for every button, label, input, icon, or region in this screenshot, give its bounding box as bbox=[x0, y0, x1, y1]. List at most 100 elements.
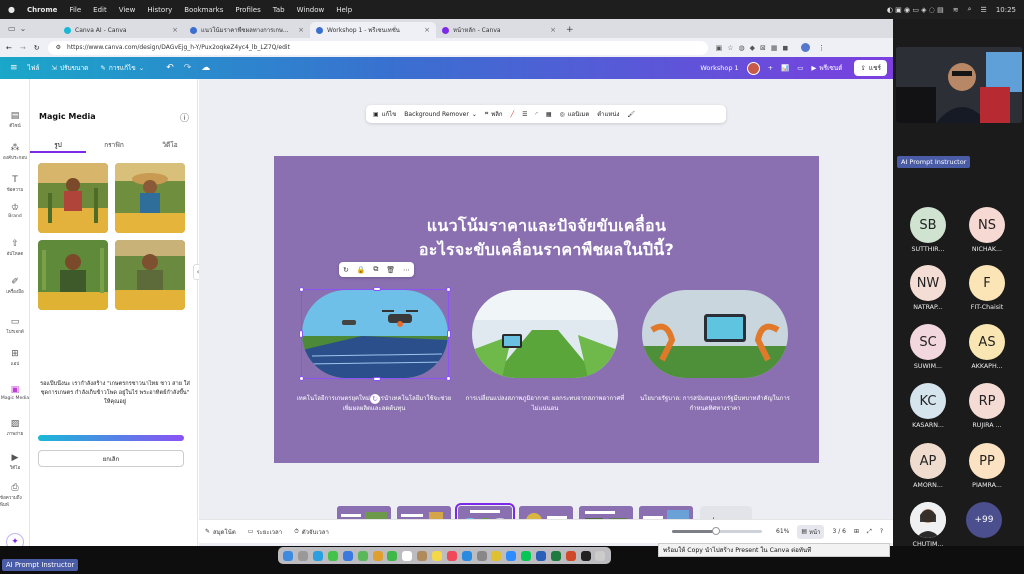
generated-image-1[interactable] bbox=[38, 163, 108, 233]
lock-icon[interactable]: 🔒 bbox=[357, 266, 366, 274]
info-icon[interactable]: ⓘ bbox=[180, 111, 189, 124]
participant-tile[interactable]: KC KASARN... bbox=[905, 383, 951, 429]
resize-handle[interactable] bbox=[447, 330, 451, 338]
present-button[interactable]: ▶ พรีเซนต์ bbox=[811, 63, 842, 73]
resize-handle[interactable] bbox=[299, 287, 304, 292]
insights-icon[interactable]: 📊 bbox=[781, 64, 789, 72]
fullscreen-icon[interactable]: ⤢ bbox=[867, 528, 872, 536]
close-tab-icon[interactable]: × bbox=[172, 26, 178, 34]
duplicate-icon[interactable]: ⧉ bbox=[373, 265, 378, 274]
tab-search-icon[interactable]: ⌄ bbox=[20, 24, 27, 33]
participant-tile[interactable]: NS NICHAK... bbox=[964, 207, 1010, 253]
menu-app-name[interactable]: Chrome bbox=[27, 6, 57, 14]
generated-image-4[interactable] bbox=[115, 240, 185, 310]
delete-icon[interactable]: 🗑 bbox=[386, 266, 395, 274]
editing-mode-button[interactable]: ✎ การแก้ไข ⌄ bbox=[100, 63, 144, 73]
tab-workshop[interactable]: Workshop 1 - พรีเซนเทชั่น × bbox=[310, 22, 436, 38]
rail-apps[interactable]: ⊞ แอป bbox=[0, 349, 30, 367]
rail-brand[interactable]: ♔ Brand bbox=[0, 203, 30, 219]
rail-design[interactable]: ▤ ดีไซน์ bbox=[0, 111, 30, 129]
timer-button[interactable]: ⏱ ตัวจับเวลา bbox=[294, 527, 329, 537]
launchpad-icon[interactable] bbox=[298, 550, 309, 561]
menu-tab[interactable]: Tab bbox=[273, 6, 285, 14]
participant-tile[interactable]: RP RUJIRA ... bbox=[964, 383, 1010, 429]
caption-technology[interactable]: เทคโนโลยีการเกษตรยุคใหม่: การนำเทคโนโลยี… bbox=[294, 394, 454, 414]
rail-elements[interactable]: ⁂ องค์ประกอบ bbox=[0, 143, 30, 161]
tab-canva-ai[interactable]: Canva AI - Canva × bbox=[58, 22, 184, 38]
page-view-button[interactable]: ▤ หน้า bbox=[797, 524, 825, 539]
powerpoint-icon[interactable] bbox=[565, 550, 576, 561]
menu-hamburger-icon[interactable]: ≡ bbox=[10, 63, 18, 73]
transparency-icon[interactable]: ▦ bbox=[546, 111, 552, 118]
control-center-icon[interactable]: ☰ bbox=[981, 6, 987, 14]
menu-history[interactable]: History bbox=[147, 6, 172, 14]
line-app-icon[interactable] bbox=[521, 550, 532, 561]
generated-image-3[interactable] bbox=[38, 240, 108, 310]
search-icon[interactable]: ⌕ bbox=[968, 5, 972, 14]
menu-bookmarks[interactable]: Bookmarks bbox=[184, 6, 223, 14]
mail-icon[interactable] bbox=[342, 550, 353, 561]
share-button[interactable]: ⇪ แชร์ bbox=[854, 60, 887, 76]
resize-handle[interactable] bbox=[299, 330, 303, 338]
settings-icon[interactable] bbox=[476, 550, 487, 561]
chrome-menu-icon[interactable]: ⋮ bbox=[818, 44, 825, 52]
tab-images[interactable]: รูป bbox=[30, 137, 86, 153]
notes-button[interactable]: ✎ สมุดโน้ต bbox=[205, 527, 236, 537]
slide-canvas[interactable]: แนวโน้มราคาและปัจจัยขับเคลื่อน อะไรจะขับ… bbox=[274, 156, 819, 463]
cancel-button[interactable]: ยกเลิก bbox=[38, 450, 184, 467]
zoom-slider-thumb[interactable] bbox=[712, 527, 721, 535]
corner-rounding-icon[interactable]: ◜ bbox=[536, 111, 538, 118]
menu-view[interactable]: View bbox=[119, 6, 136, 14]
sidebar-toggle-icon[interactable]: ▭ bbox=[8, 24, 16, 33]
rail-tools[interactable]: ✐ เครื่องมือ bbox=[0, 277, 30, 295]
calendar-icon[interactable] bbox=[402, 550, 413, 561]
participant-tile[interactable]: CHUTIM... bbox=[905, 502, 951, 548]
slide-image-greenhouse[interactable] bbox=[472, 290, 618, 378]
help-icon[interactable]: ? bbox=[880, 528, 883, 535]
menu-profiles[interactable]: Profiles bbox=[235, 6, 260, 14]
participant-tile[interactable]: F FIT-Chaisit bbox=[964, 265, 1010, 311]
user-avatar[interactable] bbox=[746, 61, 760, 75]
rail-projects[interactable]: ▭ โปรเจกต์ bbox=[0, 317, 30, 335]
bg-remover-button[interactable]: Background Remover ⌄ bbox=[404, 111, 477, 118]
terminal-icon[interactable] bbox=[580, 550, 591, 561]
resize-button[interactable]: ⇲ ปรับขนาด bbox=[51, 63, 88, 73]
zoom-app-icon[interactable] bbox=[506, 550, 517, 561]
rail-uploads[interactable]: ⇧ อัปโหลด bbox=[0, 239, 30, 257]
tab-home[interactable]: หน้าหลัก - Canva × bbox=[436, 22, 562, 38]
tab-graphics[interactable]: กราฟิก bbox=[86, 137, 142, 153]
undo-icon[interactable]: ↶ bbox=[166, 63, 174, 73]
caption-policy[interactable]: นโยบายรัฐบาล: การสนับสนุนจากรัฐมีบทบาทสำ… bbox=[635, 394, 795, 414]
add-collaborator-icon[interactable]: + bbox=[768, 64, 773, 72]
caption-climate[interactable]: การเปลี่ยนแปลงสภาพภูมิอากาศ: ผลกระทบจากส… bbox=[465, 394, 625, 414]
zoom-level[interactable]: 61% bbox=[776, 528, 789, 535]
participant-tile[interactable]: NW NATRAP... bbox=[905, 265, 951, 311]
rail-text-to-print[interactable]: ⎙ ข้อความถึงพิมพ์ bbox=[0, 483, 30, 508]
tab-trend-doc[interactable]: แนวโน้มราคาพืชผลทางการเกษ... × bbox=[184, 22, 310, 38]
redo-icon[interactable]: ↷ bbox=[184, 63, 192, 73]
border-style-icon[interactable]: ☰ bbox=[522, 111, 527, 118]
music-icon[interactable] bbox=[446, 550, 457, 561]
comment-icon[interactable]: ▭ bbox=[797, 64, 803, 72]
new-tab-icon[interactable]: + bbox=[562, 25, 578, 38]
rail-photos[interactable]: ▨ ภาพถ่าย bbox=[0, 419, 30, 437]
contacts-icon[interactable] bbox=[417, 550, 428, 561]
edit-image-button[interactable]: ▣ แก้ไข bbox=[373, 109, 396, 119]
slide-image-robot-farm[interactable] bbox=[642, 290, 788, 378]
maps-icon[interactable] bbox=[357, 550, 368, 561]
reload-icon[interactable]: ↻ bbox=[34, 44, 40, 52]
profile-avatar[interactable] bbox=[801, 43, 811, 52]
resize-handle[interactable] bbox=[299, 376, 304, 381]
participant-tile[interactable]: SB SUTTHIR... bbox=[905, 207, 951, 253]
doc-title[interactable]: Workshop 1 bbox=[700, 64, 738, 72]
word-icon[interactable] bbox=[536, 550, 547, 561]
position-button[interactable]: ตำแหน่ง bbox=[597, 109, 619, 119]
finder-icon[interactable] bbox=[283, 550, 294, 561]
wifi-icon[interactable]: ≋ bbox=[953, 6, 959, 14]
slide-title-line2[interactable]: อะไรจะขับเคลื่อนราคาพืชผลในปีนี้? bbox=[274, 238, 819, 263]
paint-format-icon[interactable]: 🖌 bbox=[627, 111, 635, 118]
menu-edit[interactable]: Edit bbox=[93, 6, 107, 14]
border-color-icon[interactable]: ╱ bbox=[511, 111, 515, 118]
close-tab-icon[interactable]: × bbox=[298, 26, 304, 34]
url-field[interactable]: ⚙ https://www.canva.com/design/DAGvEjg_h… bbox=[47, 40, 708, 55]
